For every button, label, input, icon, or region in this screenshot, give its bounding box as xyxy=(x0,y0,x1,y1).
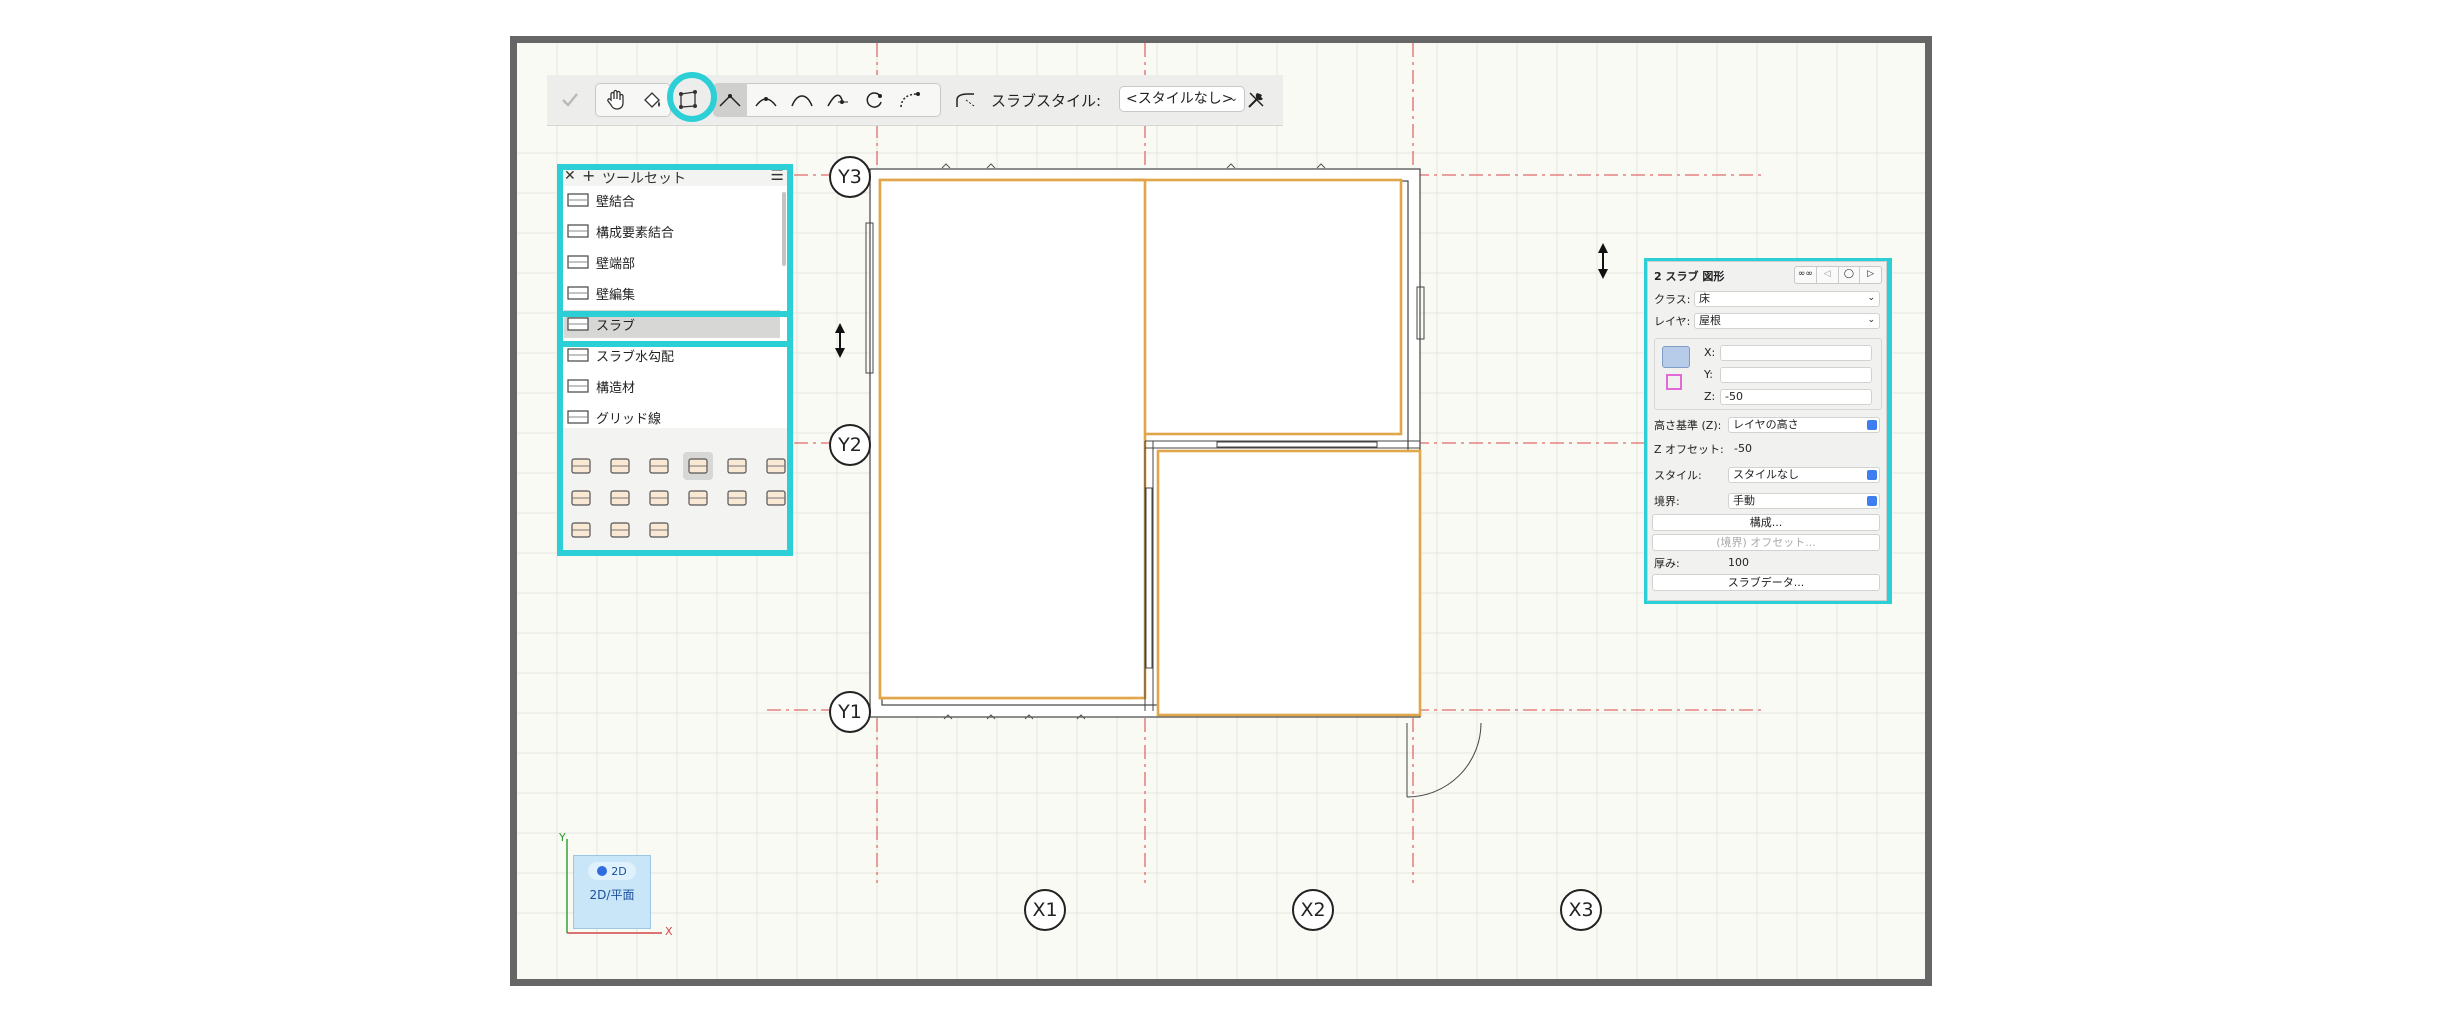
class-label: クラス: xyxy=(1654,293,1691,306)
chevron-down-icon: ⌄ xyxy=(1867,315,1875,325)
paint-bucket-icon[interactable] xyxy=(635,83,669,117)
prev-icon[interactable]: ◁ xyxy=(1817,267,1839,283)
y-label: Y: xyxy=(1704,368,1713,381)
height-ref-label: 高さ基準 (Z): xyxy=(1654,419,1722,432)
thickness-field[interactable]: 100 xyxy=(1728,556,1749,569)
record-icon[interactable]: ◯ xyxy=(1839,267,1861,283)
class-value: 床 xyxy=(1699,292,1710,305)
pan-hand-icon[interactable] xyxy=(599,83,633,117)
oip-header-buttons: ∞∞ ◁ ◯ ▷ xyxy=(1794,266,1882,284)
style-value: スタイルなし xyxy=(1733,468,1799,481)
z-offset-label: Z オフセット: xyxy=(1654,443,1724,456)
layer-select[interactable]: 屋根 ⌄ xyxy=(1694,313,1880,329)
x-field[interactable] xyxy=(1720,345,1872,361)
link-icon[interactable]: ∞∞ xyxy=(1795,267,1817,283)
grid-bubble-x2[interactable]: X2 xyxy=(1292,889,1334,931)
drawing-window: スラブスタイル: <スタイルなし> ⌄ ✕ + ツールセット ☰ 壁結合 構成要素… xyxy=(510,36,1932,986)
grid-position-icon[interactable] xyxy=(1666,374,1682,390)
slab-3d-icon[interactable] xyxy=(1662,346,1690,368)
fillet-icon[interactable] xyxy=(949,83,983,117)
slab-style-select[interactable]: <スタイルなし> ⌄ xyxy=(1119,86,1245,112)
compose-button[interactable]: 構成... xyxy=(1652,514,1880,531)
corner-vertex-icon[interactable] xyxy=(713,83,747,117)
style-select[interactable]: スタイルなし xyxy=(1728,467,1880,483)
chevron-down-icon: ⌄ xyxy=(1229,93,1238,104)
dropdown-arrow-icon xyxy=(1867,496,1877,506)
boundary-select[interactable]: 手動 xyxy=(1728,493,1880,509)
arc-vertex-icon[interactable] xyxy=(749,83,783,117)
bezier-icon[interactable] xyxy=(821,83,855,117)
checkmark-icon[interactable] xyxy=(553,83,587,117)
axis-y-label: Y xyxy=(559,831,566,844)
grid-bubble-x3[interactable]: X3 xyxy=(1560,889,1602,931)
view-plane-label: 2D/平面 xyxy=(589,888,635,902)
object-info-palette: 2 スラブ 図形 ∞∞ ◁ ◯ ▷ クラス: 床 ⌄ レイヤ: 屋根 ⌄ X: … xyxy=(1647,261,1887,601)
oip-title: 2 スラブ 図形 xyxy=(1654,270,1725,283)
slab-data-button[interactable]: スラブデータ... xyxy=(1652,574,1880,591)
grid-bubble-y2[interactable]: Y2 xyxy=(829,424,871,466)
z-offset-field[interactable]: -50 xyxy=(1734,442,1752,455)
class-select[interactable]: 床 ⌄ xyxy=(1694,291,1880,307)
y-field[interactable] xyxy=(1720,367,1872,383)
dropdown-arrow-icon xyxy=(1867,420,1877,430)
polygon-tool-highlight xyxy=(667,72,717,122)
grid-bubble-y3[interactable]: Y3 xyxy=(829,156,871,198)
z-field[interactable]: -50 xyxy=(1720,389,1872,405)
slab-item-highlight xyxy=(557,311,793,347)
toolset-highlight xyxy=(557,164,793,556)
axis-x-label: X xyxy=(665,925,673,938)
boundary-label: 境界: xyxy=(1654,495,1680,508)
mode-toolbar: スラブスタイル: <スタイルなし> ⌄ xyxy=(547,75,1283,126)
circle-icon[interactable] xyxy=(857,83,891,117)
layer-value: 屋根 xyxy=(1699,314,1721,327)
height-ref-select[interactable]: レイヤの高さ xyxy=(1728,417,1880,433)
height-ref-value: レイヤの高さ xyxy=(1733,418,1799,431)
grid-bubble-y1[interactable]: Y1 xyxy=(829,691,871,733)
grid-bubble-x1[interactable]: X1 xyxy=(1024,889,1066,931)
z-label: Z: xyxy=(1704,390,1716,403)
thickness-label: 厚み: xyxy=(1654,557,1680,570)
style-label: スタイル: xyxy=(1654,469,1702,482)
door xyxy=(1406,722,1482,798)
view-cube[interactable]: 2D 2D/平面 xyxy=(573,855,651,929)
view-mode-label: 2D xyxy=(611,864,627,878)
layer-label: レイヤ: xyxy=(1654,315,1691,328)
cubic-spline-icon[interactable] xyxy=(893,83,927,117)
boundary-offset-button[interactable]: (境界) オフセット... xyxy=(1652,534,1880,551)
thickness-row: 厚み: xyxy=(1654,554,1880,572)
boundary-value: 手動 xyxy=(1733,494,1755,507)
slab-style-label: スラブスタイル: xyxy=(991,92,1102,110)
chevron-down-icon: ⌄ xyxy=(1867,293,1875,303)
view-mode-dot-icon xyxy=(597,866,608,876)
view-mode-pill[interactable]: 2D xyxy=(588,862,636,880)
settings-tools-icon[interactable] xyxy=(1239,83,1273,117)
z-offset-row: Z オフセット: xyxy=(1654,440,1880,458)
x-label: X: xyxy=(1704,346,1716,359)
next-icon[interactable]: ▷ xyxy=(1860,267,1881,283)
slab-style-value: <スタイルなし> xyxy=(1126,91,1234,107)
dropdown-arrow-icon xyxy=(1867,470,1877,480)
tangent-arc-icon[interactable] xyxy=(785,83,819,117)
